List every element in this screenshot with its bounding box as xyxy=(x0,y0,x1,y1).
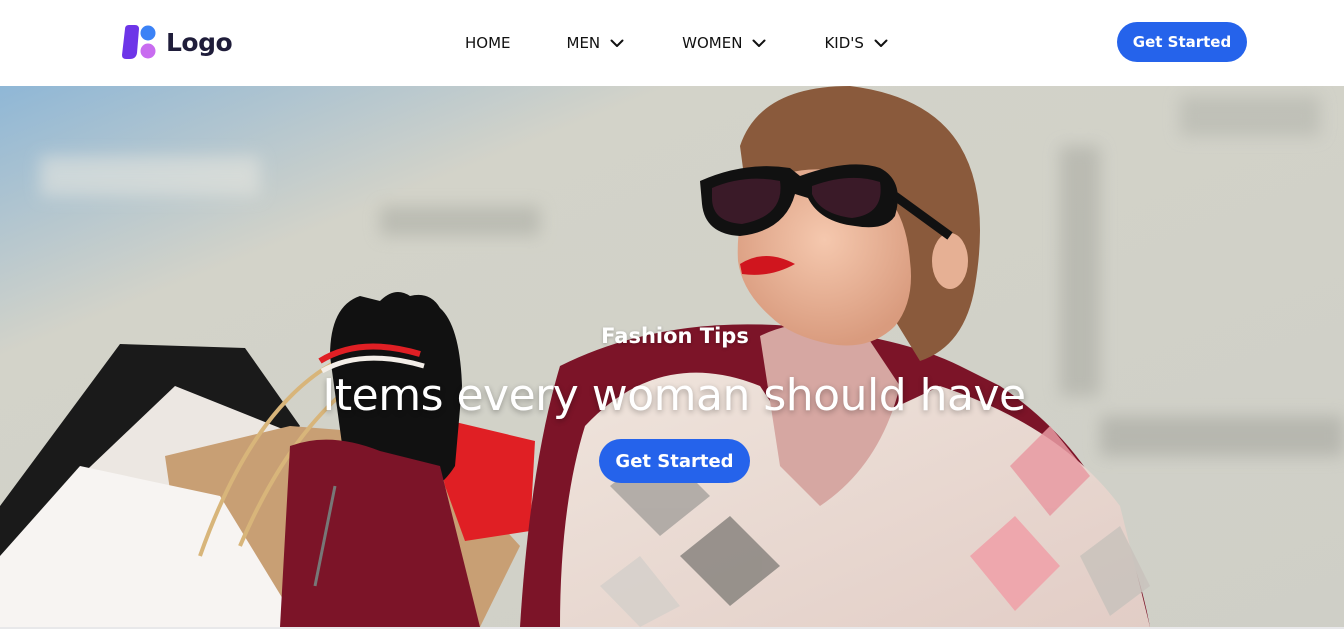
chevron-down-icon xyxy=(610,39,624,47)
hero-eyebrow: Fashion Tips xyxy=(601,324,749,348)
nav-item-home[interactable]: HOME xyxy=(465,34,511,52)
hero-content: Fashion Tips Items every woman should ha… xyxy=(0,86,1344,627)
hero-get-started-button[interactable]: Get Started xyxy=(599,439,750,483)
nav-item-label: KID'S xyxy=(824,34,864,52)
logo-mark-icon xyxy=(122,25,156,59)
chevron-down-icon xyxy=(874,39,888,47)
nav-item-men[interactable]: MEN xyxy=(567,34,625,52)
nav-item-kids[interactable]: KID'S xyxy=(824,34,888,52)
nav-item-women[interactable]: WOMEN xyxy=(682,34,766,52)
header-get-started-button[interactable]: Get Started xyxy=(1117,22,1247,62)
chevron-down-icon xyxy=(752,39,766,47)
nav-item-label: MEN xyxy=(566,34,601,52)
main-nav: HOME MEN WOMEN KID'S xyxy=(465,0,888,86)
hero-title: Items every woman should have xyxy=(322,370,1026,421)
top-navbar: Logo HOME MEN WOMEN KID'S Get Started xyxy=(0,0,1344,86)
nav-item-label: WOMEN xyxy=(682,34,743,52)
nav-item-label: HOME xyxy=(465,34,511,52)
hero-banner: Fashion Tips Items every woman should ha… xyxy=(0,86,1344,627)
site-logo[interactable]: Logo xyxy=(121,23,233,61)
logo-text: Logo xyxy=(166,27,233,57)
